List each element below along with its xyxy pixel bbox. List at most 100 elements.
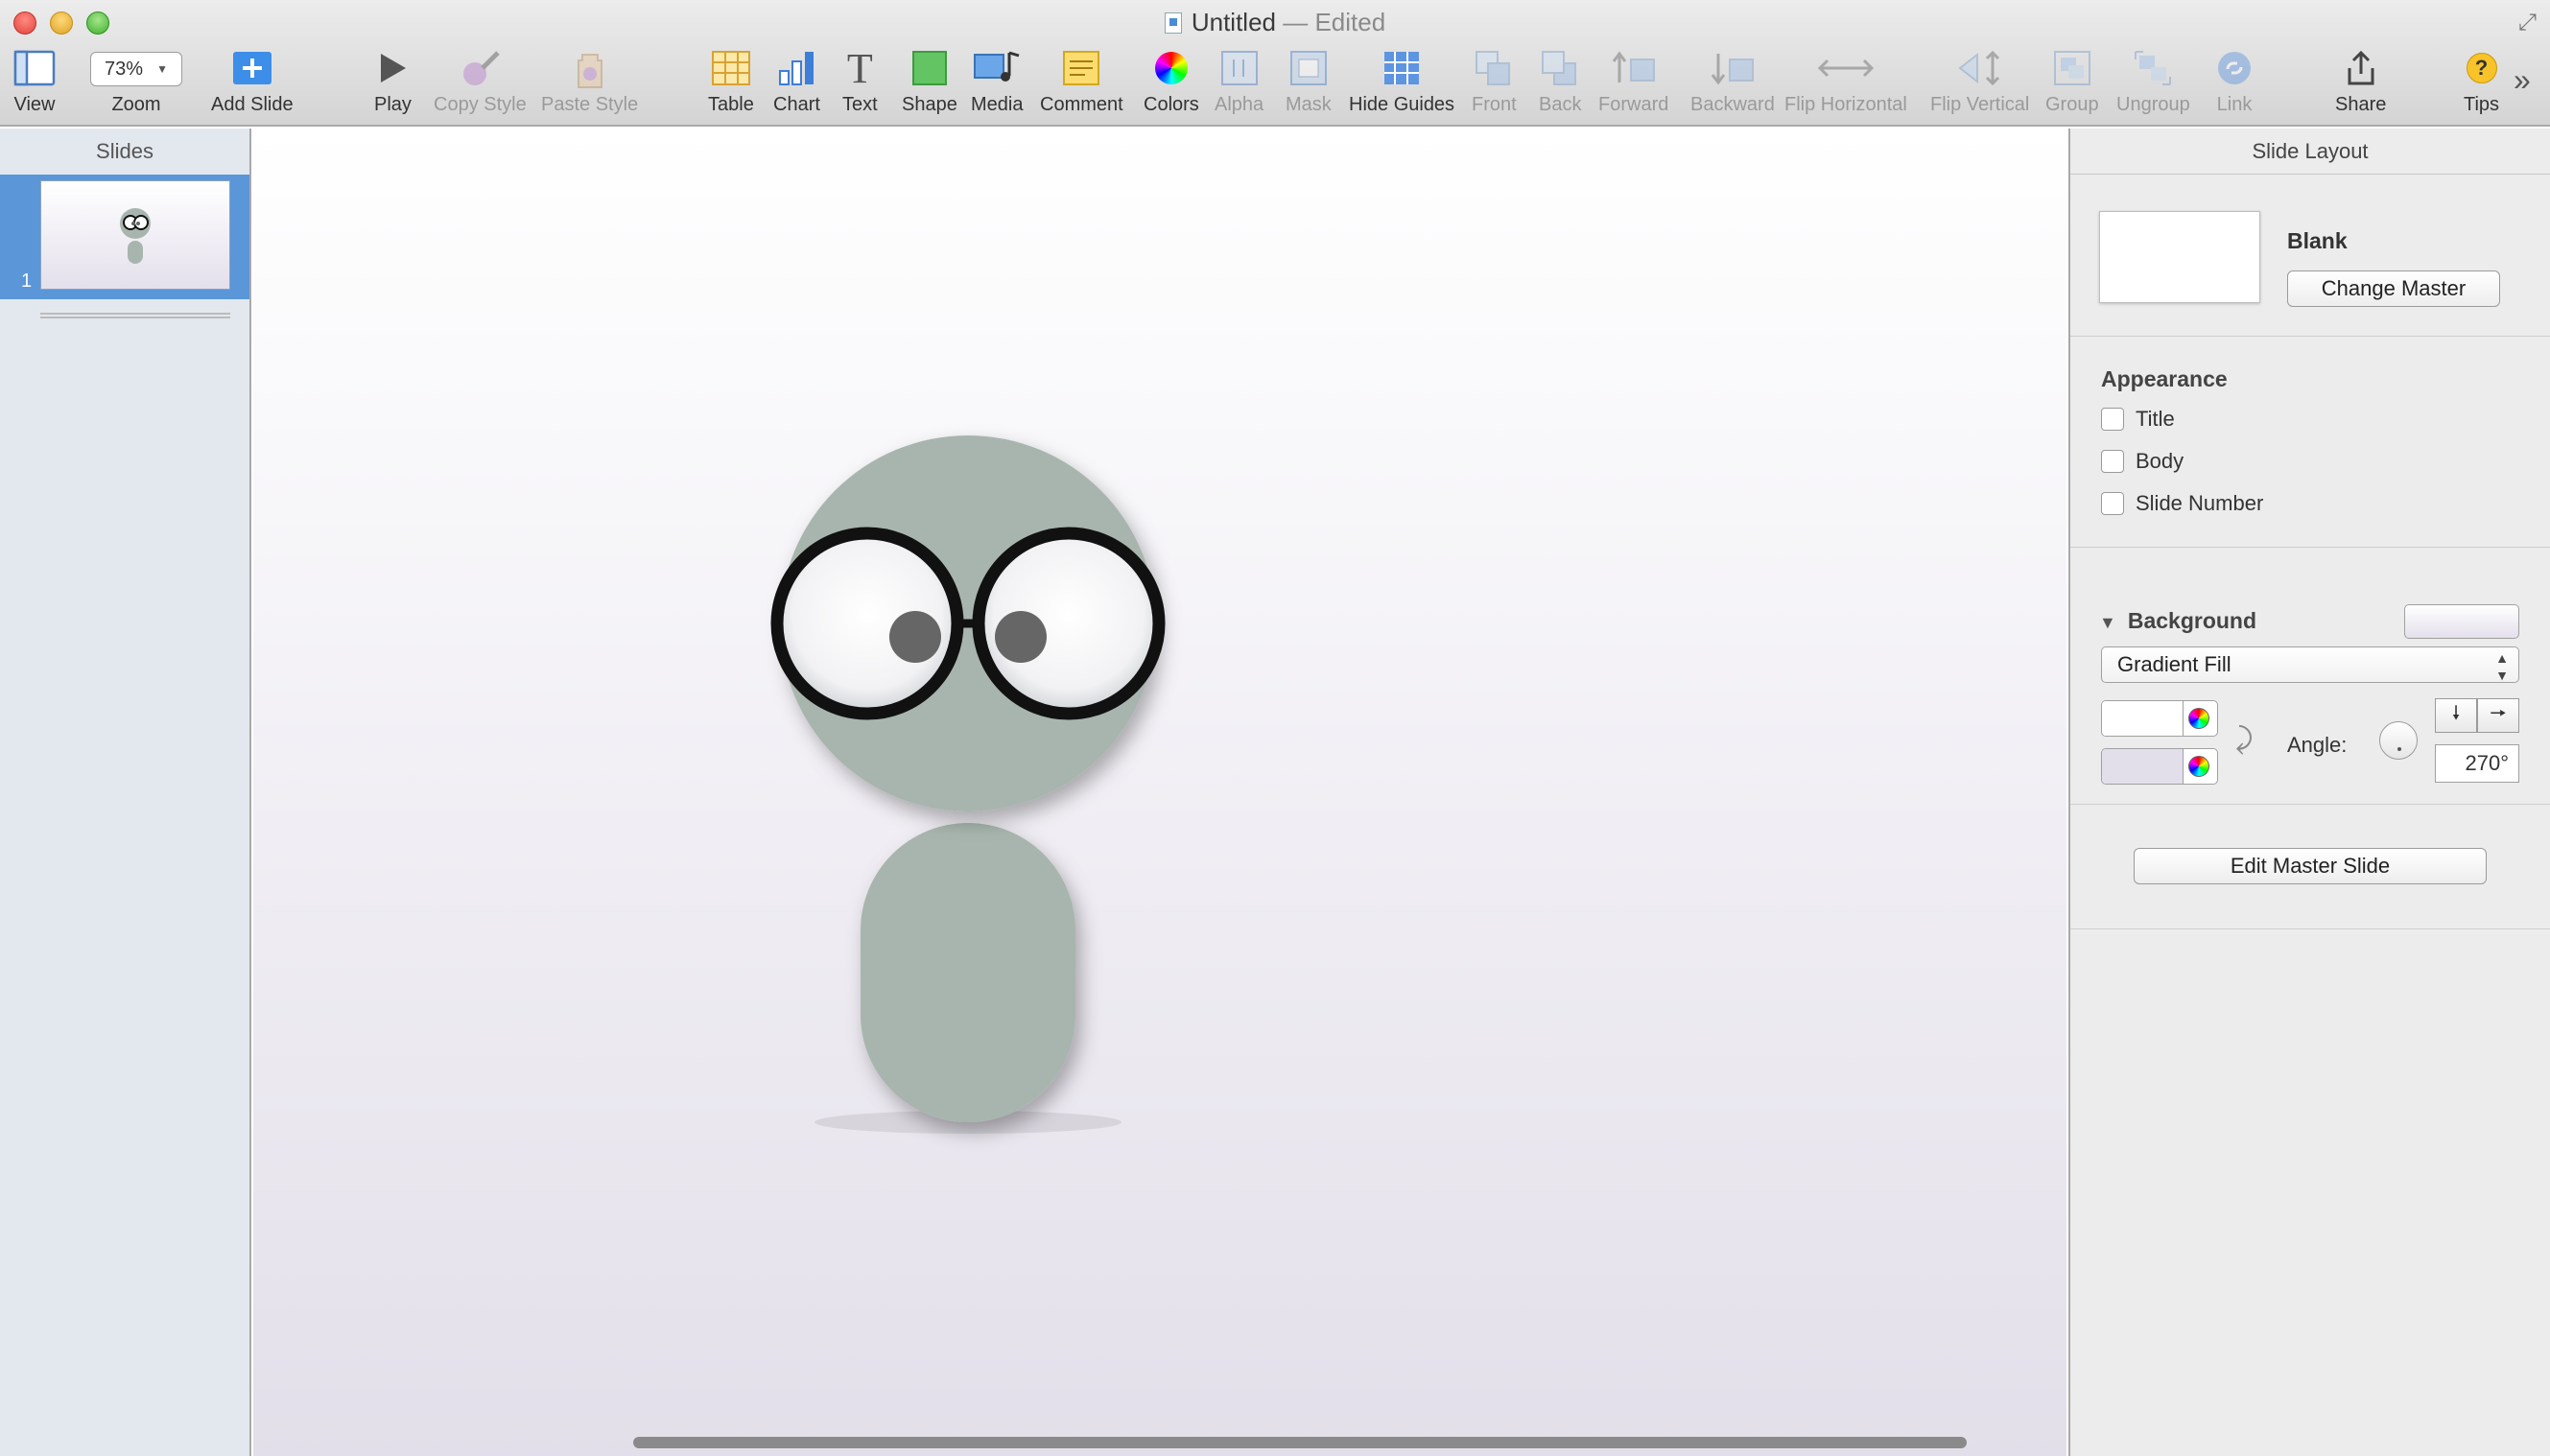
- flip-vertical-icon: [1954, 44, 2006, 92]
- add-slide-button[interactable]: Add Slide: [211, 44, 294, 116]
- color-wheel-icon: [1154, 44, 1188, 92]
- flip-horizontal-button[interactable]: Flip Horizontal: [1784, 44, 1907, 116]
- window-toolbar: Untitled — Edited ⤢ View 73% ▼ Zoom Add S…: [0, 0, 2550, 127]
- flip-vertical-label: Flip Vertical: [1930, 94, 2030, 115]
- colors-label: Colors: [1144, 94, 1199, 115]
- document-icon: [1164, 12, 1182, 34]
- swap-colors-icon[interactable]: ⤸: [2235, 723, 2253, 756]
- title-checkbox-row[interactable]: Title: [2101, 407, 2175, 432]
- text-icon: T: [846, 44, 873, 92]
- gradient-right-button[interactable]: 🠖: [2477, 698, 2519, 733]
- tips-button[interactable]: ? Tips: [2464, 44, 2499, 116]
- slide-canvas[interactable]: [253, 129, 2066, 1456]
- slide-number-checkbox-row[interactable]: Slide Number: [2101, 491, 2263, 516]
- slide-number-checkbox-label: Slide Number: [2136, 491, 2264, 515]
- slide-thumbnail-1[interactable]: 1: [0, 175, 249, 299]
- angle-field[interactable]: 270°: [2435, 744, 2519, 783]
- fill-type-select[interactable]: Gradient Fill ▲ ▼: [2101, 646, 2519, 683]
- slide-thumbnail-image: [40, 180, 230, 290]
- chevron-double-right-icon: »: [2514, 61, 2531, 97]
- media-button[interactable]: Media: [971, 44, 1023, 116]
- paste-style-button[interactable]: Paste Style: [541, 44, 638, 116]
- comment-label: Comment: [1040, 94, 1123, 115]
- keynote-window: Untitled — Edited ⤢ View 73% ▼ Zoom Add S…: [0, 0, 2550, 1456]
- view-label: View: [13, 94, 56, 115]
- table-button[interactable]: Table: [708, 44, 754, 116]
- master-name: Blank: [2287, 228, 2348, 253]
- comment-button[interactable]: Comment: [1040, 44, 1123, 116]
- backward-label: Backward: [1690, 94, 1775, 115]
- link-button[interactable]: Link: [2216, 44, 2253, 116]
- inspector-panel: Slide Layout Blank Change Master Appeara…: [2068, 129, 2550, 1456]
- flip-horizontal-label: Flip Horizontal: [1784, 94, 1907, 115]
- horizontal-scrollbar[interactable]: [633, 1437, 1967, 1448]
- well-divider: [2183, 701, 2184, 736]
- gradient-down-button[interactable]: 🠗: [2435, 698, 2477, 733]
- add-slide-icon: [232, 44, 272, 92]
- background-preview-well[interactable]: [2404, 604, 2519, 639]
- slide-number-checkbox[interactable]: [2101, 492, 2124, 515]
- background-title: Background: [2127, 608, 2257, 633]
- edit-master-slide-button[interactable]: Edit Master Slide: [2134, 848, 2487, 884]
- title-checkbox-label: Title: [2136, 407, 2175, 431]
- mask-label: Mask: [1286, 94, 1332, 115]
- angle-wheel[interactable]: [2379, 721, 2418, 760]
- hide-guides-button[interactable]: Hide Guides: [1349, 44, 1454, 116]
- background-disclosure[interactable]: ▼ Background: [2099, 608, 2256, 634]
- section-divider: [2070, 804, 2550, 805]
- character-body[interactable]: [861, 823, 1075, 1122]
- slides-header: Slides: [96, 139, 153, 163]
- ungroup-icon: [2134, 44, 2172, 92]
- window-title: Untitled — Edited: [0, 8, 2550, 37]
- shape-label: Shape: [902, 94, 957, 115]
- guides-icon: [1382, 44, 1421, 92]
- add-slide-label: Add Slide: [211, 94, 294, 115]
- toolbar-overflow-button[interactable]: »: [2514, 56, 2531, 104]
- view-button[interactable]: View: [13, 44, 56, 116]
- mask-button[interactable]: Mask: [1286, 44, 1332, 116]
- media-icon: [973, 44, 1021, 92]
- gradient-end-color-well[interactable]: [2101, 748, 2218, 785]
- edited-status: — Edited: [1283, 8, 1386, 36]
- ungroup-label: Ungroup: [2116, 94, 2190, 115]
- body-checkbox-row[interactable]: Body: [2101, 449, 2184, 474]
- play-button[interactable]: Play: [374, 44, 412, 116]
- fullscreen-icon[interactable]: ⤢: [2518, 10, 2537, 36]
- table-icon: [711, 44, 751, 92]
- flip-vertical-button[interactable]: Flip Vertical: [1930, 44, 2029, 116]
- master-thumbnail[interactable]: [2099, 211, 2260, 303]
- shape-button[interactable]: Shape: [902, 44, 957, 116]
- text-button[interactable]: T Text: [842, 44, 878, 116]
- gradient-start-swatch: [2102, 701, 2183, 736]
- ungroup-button[interactable]: Ungroup: [2116, 44, 2190, 116]
- bring-forward-icon: [1610, 44, 1658, 92]
- color-wheel-icon[interactable]: [2188, 708, 2209, 729]
- chevron-updown-icon: ▲ ▼: [2495, 650, 2509, 683]
- gradient-end-swatch: [2102, 749, 2183, 784]
- gradient-start-color-well[interactable]: [2101, 700, 2218, 737]
- title-checkbox[interactable]: [2101, 408, 2124, 431]
- zoom-control[interactable]: 73% ▼ Zoom: [90, 44, 182, 116]
- back-button[interactable]: Back: [1539, 44, 1581, 116]
- group-button[interactable]: Group: [2045, 44, 2099, 116]
- send-backward-icon: [1709, 44, 1757, 92]
- section-divider: [2070, 928, 2550, 929]
- forward-button[interactable]: Forward: [1598, 44, 1668, 116]
- copy-style-button[interactable]: Copy Style: [434, 44, 527, 116]
- colors-button[interactable]: Colors: [1144, 44, 1199, 116]
- disclosure-triangle-icon: ▼: [2099, 613, 2116, 632]
- backward-button[interactable]: Backward: [1690, 44, 1775, 116]
- angle-label: Angle:: [2287, 733, 2348, 757]
- send-to-back-icon: [1541, 44, 1579, 92]
- front-button[interactable]: Front: [1472, 44, 1517, 116]
- alpha-button[interactable]: Alpha: [1215, 44, 1263, 116]
- color-wheel-icon[interactable]: [2188, 756, 2209, 777]
- mask-icon: [1289, 44, 1328, 92]
- share-button[interactable]: Share: [2335, 44, 2386, 116]
- body-checkbox[interactable]: [2101, 450, 2124, 473]
- change-master-button[interactable]: Change Master: [2287, 270, 2500, 307]
- chart-button[interactable]: Chart: [773, 44, 820, 116]
- zoom-select[interactable]: 73% ▼: [90, 52, 182, 86]
- paste-style-icon: [571, 44, 609, 92]
- help-icon: ?: [2466, 44, 2497, 92]
